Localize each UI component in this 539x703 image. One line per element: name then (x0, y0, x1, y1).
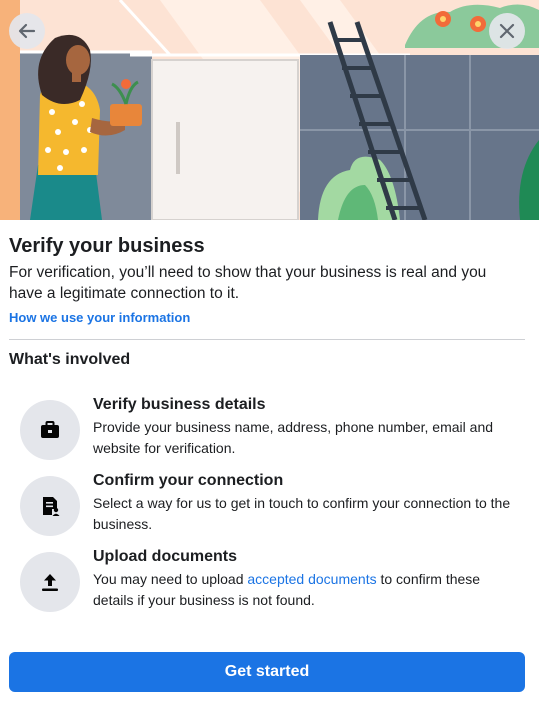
step-title: Verify business details (93, 396, 266, 413)
step-icon-circle (20, 476, 80, 536)
accepted-documents-link[interactable]: accepted documents (247, 571, 376, 587)
step-icon-circle (20, 552, 80, 612)
section-divider (9, 339, 525, 340)
page-title: Verify your business (9, 235, 205, 257)
how-we-use-info-link[interactable]: How we use your information (9, 310, 190, 325)
step-description: Select a way for us to get in touch to c… (93, 495, 511, 532)
close-button[interactable] (489, 13, 525, 49)
back-button[interactable] (9, 13, 45, 49)
step-description: You may need to upload accepted document… (93, 569, 513, 611)
whats-involved-heading: What's involved (9, 351, 131, 368)
upload-icon (42, 574, 58, 591)
briefcase-icon (41, 421, 59, 438)
document-person-icon (43, 497, 60, 516)
close-icon (499, 23, 515, 39)
step-icon-circle (20, 400, 80, 460)
page-subtitle: For verification, you’ll need to show th… (9, 264, 487, 302)
hero-illustration (0, 0, 539, 220)
arrow-left-icon (18, 23, 36, 39)
get-started-button[interactable]: Get started (9, 652, 525, 692)
step-title: Confirm your connection (93, 472, 284, 489)
step-title: Upload documents (93, 548, 238, 565)
verification-illustration (0, 0, 539, 220)
step-description-text: You may need to upload (93, 571, 248, 587)
step-description: Provide your business name, address, pho… (93, 419, 494, 456)
